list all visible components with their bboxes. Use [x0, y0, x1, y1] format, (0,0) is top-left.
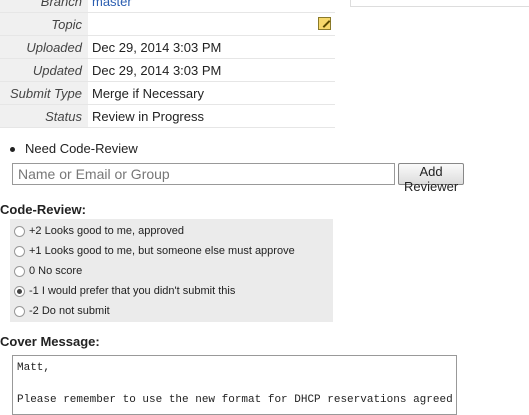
needs-list-item: Need Code-Review [10, 141, 138, 156]
vote-label: +2 Looks good to me, approved [29, 225, 185, 237]
info-row-branch: Branch master [0, 0, 335, 13]
submit-type-value: Merge if Necessary [88, 81, 335, 105]
uploaded-label: Uploaded [0, 35, 88, 59]
vote-label: -1 I would prefer that you didn't submit… [29, 285, 236, 297]
info-row-topic: Topic [0, 12, 335, 36]
reviewer-search-input[interactable] [12, 163, 395, 185]
vote-label: 0 No score [29, 265, 83, 277]
topic-label: Topic [0, 12, 88, 36]
radio-minus-2[interactable] [14, 305, 25, 317]
radio-plus-1[interactable] [14, 245, 25, 257]
edit-icon[interactable] [318, 17, 331, 30]
branch-label: Branch [0, 0, 88, 13]
code-review-options: +2 Looks good to me, approved +1 Looks g… [10, 219, 333, 322]
radio-minus-1[interactable] [14, 285, 25, 297]
info-row-uploaded: Uploaded Dec 29, 2014 3:03 PM [0, 35, 335, 59]
needs-text: Need Code-Review [25, 141, 138, 156]
updated-value: Dec 29, 2014 3:03 PM [88, 58, 335, 82]
branch-link[interactable]: master [92, 0, 132, 9]
vote-label: -2 Do not submit [29, 305, 110, 317]
code-review-label: Code-Review: [0, 202, 86, 217]
vote-plus-2[interactable]: +2 Looks good to me, approved [14, 225, 184, 237]
vote-plus-1[interactable]: +1 Looks good to me, but someone else mu… [14, 245, 295, 257]
vote-zero[interactable]: 0 No score [14, 265, 82, 277]
updated-label: Updated [0, 58, 88, 82]
status-value: Review in Progress [88, 104, 335, 128]
side-panel-edge [350, 0, 529, 7]
info-row-status: Status Review in Progress [0, 104, 335, 128]
vote-minus-1[interactable]: -1 I would prefer that you didn't submit… [14, 285, 235, 297]
info-row-updated: Updated Dec 29, 2014 3:03 PM [0, 58, 335, 82]
radio-plus-2[interactable] [14, 225, 25, 237]
submit-type-label: Submit Type [0, 81, 88, 105]
add-reviewer-row: Add Reviewer [12, 163, 465, 194]
cover-message-label: Cover Message: [0, 334, 100, 349]
radio-zero[interactable] [14, 265, 25, 277]
status-label: Status [0, 104, 88, 128]
uploaded-value: Dec 29, 2014 3:03 PM [88, 35, 335, 59]
vote-minus-2[interactable]: -2 Do not submit [14, 305, 110, 317]
change-info-table: Branch master Topic Uploaded Dec 29, 201… [0, 0, 335, 128]
cover-message-textarea[interactable]: Matt, Please remember to use the new for… [12, 355, 457, 415]
info-row-submit-type: Submit Type Merge if Necessary [0, 81, 335, 105]
bullet-icon [10, 147, 15, 153]
add-reviewer-button[interactable]: Add Reviewer [398, 163, 465, 194]
vote-label: +1 Looks good to me, but someone else mu… [29, 245, 295, 257]
